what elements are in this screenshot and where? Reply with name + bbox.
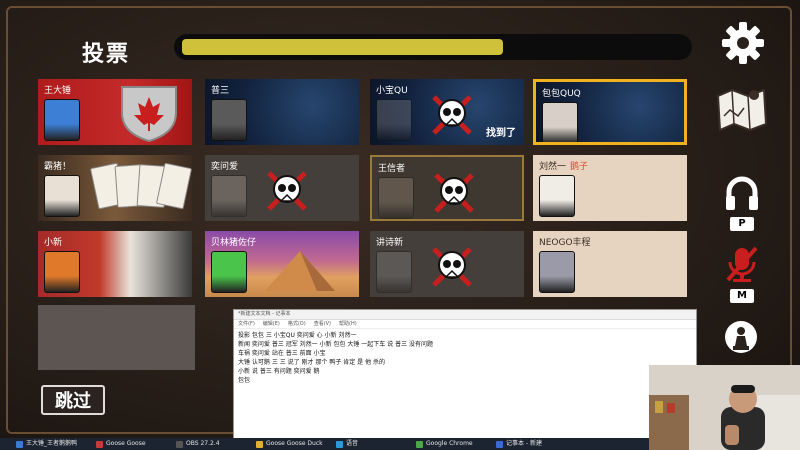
taskbar-item[interactable]: OBS 27.2.4 — [174, 439, 250, 449]
player-name-text: 普三 — [211, 86, 230, 96]
webcam-feed — [649, 365, 800, 450]
player-card[interactable]: 霸猪！ — [38, 155, 192, 221]
player-name: 霸猪！ — [44, 159, 71, 172]
skip-vote-button[interactable]: 跳过 — [41, 385, 105, 415]
taskbar: 王大锤_王者鹅鹅鸭 Goose Goose OBS 27.2.4 Goose Goos… — [0, 438, 649, 450]
vote-timer-bar — [174, 34, 692, 60]
player-name: 奕问爱 — [211, 159, 238, 172]
player-name-text: 小新 — [44, 238, 63, 248]
player-name-text: 讲诗新 — [376, 238, 404, 248]
player-card[interactable]: 小宝QU 找到了 — [370, 79, 524, 145]
goose-avatar — [211, 175, 247, 217]
notepad-line: 投影 包包 三 小宝QU 奕问爱 心 小新 刘然一 — [238, 332, 357, 339]
notepad-menu-item[interactable]: 查看(V) — [314, 321, 331, 327]
dead-skull-icon — [432, 95, 472, 135]
page-title: 投票 — [82, 42, 131, 67]
notepad-menu-item[interactable]: 格式(O) — [288, 321, 306, 327]
notepad-menu-item[interactable]: 文件(F) — [238, 321, 255, 327]
player-card[interactable]: 贝林猪佐仔 — [205, 231, 359, 297]
notepad-menu-item[interactable]: 编辑(E) — [263, 321, 280, 327]
player-name: NEOGO丰程 — [539, 235, 591, 248]
goose-avatar — [376, 251, 412, 293]
notepad-line: 大锤 认可鹅 三 三 说了 刚才 那个 鸭子 肯定 是 他 杀的 — [238, 359, 385, 366]
player-card[interactable]: 小新 — [38, 231, 192, 297]
player-name: 包包QUQ — [542, 86, 581, 99]
taskbar-item[interactable]: Goose Goose Duck — [254, 439, 330, 449]
player-card[interactable]: 讲诗新 — [370, 231, 524, 297]
player-name: 普三 — [211, 83, 229, 96]
goose-avatar — [539, 251, 575, 293]
player-card[interactable]: 王信者 — [370, 155, 524, 221]
player-name: 王信者 — [378, 161, 405, 174]
body-found-label: 找到了 — [486, 128, 516, 139]
notepad-line: 包包 — [238, 377, 251, 384]
goose-avatar — [542, 102, 578, 142]
player-name: 王大锤 — [44, 83, 71, 96]
player-name: 讲诗新 — [376, 235, 403, 248]
player-name: 小宝QU — [376, 83, 408, 96]
player-card[interactable]: 王大锤 — [38, 79, 192, 145]
vote-timer-fill — [182, 39, 504, 55]
taskbar-item[interactable]: 记事本 - 新建 — [494, 439, 570, 449]
maple-shield-icon — [121, 86, 177, 143]
dead-skull-icon — [432, 247, 472, 287]
notepad-window[interactable]: *新建文本文档 - 记事本 文件(F) 编辑(E) 格式(O) 查看(V) 帮助(H) … — [233, 309, 697, 441]
notepad-menu-item[interactable]: 帮助(H) — [339, 321, 357, 327]
notepad-menu: 文件(F) 编辑(E) 格式(O) 查看(V) 帮助(H) — [234, 320, 696, 329]
notepad-line: 新闻 奕问爱 普三 冠军 刘然一 小新 包包 大锤 一起下车 说 普三 没有问题 — [238, 341, 433, 348]
push-to-talk-key: P — [730, 217, 754, 231]
taskbar-item[interactable]: Google Chrome — [414, 439, 490, 449]
player-name: 贝林猪佐仔 — [211, 235, 256, 248]
player-card[interactable]: 包包QUQ — [533, 79, 687, 145]
taskbar-item[interactable]: 王大锤_王者鹅鹅鸭 — [14, 439, 90, 449]
player-name-text: 小宝QU — [376, 86, 408, 96]
player-name-suffix: 鹅子 — [570, 162, 589, 172]
player-name-text: 贝林猪佐仔 — [211, 238, 257, 248]
pawn-icon[interactable] — [724, 320, 758, 356]
goose-avatar — [376, 99, 412, 141]
goose-avatar — [378, 177, 414, 219]
goose-avatar — [44, 99, 80, 141]
player-name: 小新 — [44, 235, 62, 248]
player-card[interactable]: 奕问爱 — [205, 155, 359, 221]
dead-skull-icon — [434, 173, 474, 213]
goose-avatar — [211, 99, 247, 141]
player-name-text: 刘然一 — [539, 162, 567, 172]
notepad-line: 车祸 奕问爱 站在 普三 前面 小宝 — [238, 350, 326, 357]
player-card[interactable]: NEOGO丰程 — [533, 231, 687, 297]
taskbar-item[interactable]: Goose Goose — [94, 439, 170, 449]
player-name-text: 奕问爱 — [211, 162, 239, 172]
mic-muted-icon[interactable] — [724, 244, 760, 284]
player-card[interactable]: 刘然一 鹅子 — [533, 155, 687, 221]
goose-avatar — [211, 251, 247, 293]
gear-icon[interactable] — [720, 20, 766, 66]
player-card[interactable]: 普三 — [205, 79, 359, 145]
player-name: 刘然一 鹅子 — [539, 159, 588, 172]
goose-avatar — [539, 175, 575, 217]
player-name-text: 包包QUQ — [542, 89, 581, 99]
player-name-text: 王大锤 — [44, 86, 72, 96]
headphones-icon[interactable] — [724, 176, 760, 212]
mute-key: M — [730, 289, 754, 303]
player-name-text: 王信者 — [378, 164, 406, 174]
empty-slot — [38, 305, 195, 370]
dead-skull-icon — [267, 171, 307, 211]
player-name-text: NEOGO丰程 — [539, 238, 591, 248]
player-name-text: 霸猪！ — [44, 162, 72, 172]
notepad-title: *新建文本文档 - 记事本 — [234, 310, 696, 320]
taskbar-item[interactable]: 语音 — [334, 439, 410, 449]
notepad-line: 小新 说 普三 有问题 奕问爱 鹅 — [238, 368, 320, 375]
notepad-text[interactable]: 投影 包包 三 小宝QU 奕问爱 心 小新 刘然一新闻 奕问爱 普三 冠军 刘然… — [234, 329, 696, 387]
goose-avatar — [44, 251, 80, 293]
goose-avatar — [44, 175, 80, 217]
map-icon[interactable] — [714, 86, 770, 132]
